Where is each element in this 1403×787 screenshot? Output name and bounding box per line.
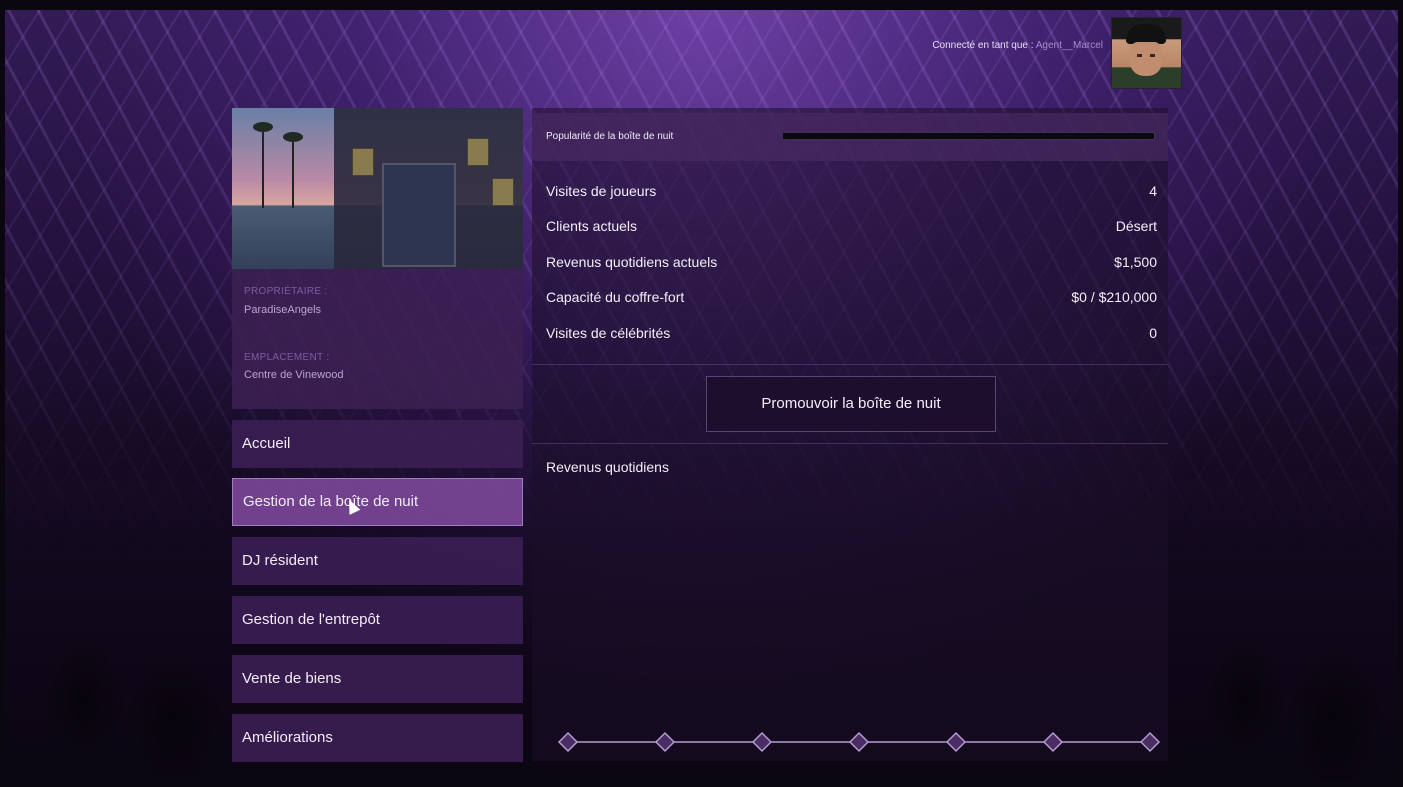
revenue-point-marker <box>654 731 676 753</box>
main-panel <box>532 108 1168 761</box>
location-label: EMPLACEMENT : <box>244 352 330 363</box>
popularity-row: Popularité de la boîte de nuit <box>532 113 1168 161</box>
menu-item-warehouse-management[interactable]: Gestion de l'entrepôt <box>232 596 523 644</box>
daily-revenue-title: Revenus quotidiens <box>546 459 669 475</box>
promote-nightclub-button[interactable]: Promouvoir la boîte de nuit <box>706 376 996 432</box>
property-photo <box>232 108 523 269</box>
poster <box>467 138 489 166</box>
stat-label: Visites de joueurs <box>546 183 657 199</box>
daily-revenue-chart <box>557 731 1161 753</box>
stat-value: 0 <box>1149 325 1157 341</box>
revenue-point-marker <box>1139 731 1161 753</box>
revenue-point-marker <box>557 731 579 753</box>
stat-value: $0 / $210,000 <box>1071 289 1157 305</box>
stat-label: Visites de célébrités <box>546 325 671 341</box>
login-label: Connecté en tant que : <box>932 40 1034 51</box>
revenue-point-marker <box>1042 731 1064 753</box>
menu-item-upgrades[interactable]: Améliorations <box>232 714 523 762</box>
popularity-label: Popularité de la boîte de nuit <box>546 131 674 142</box>
stat-label: Revenus quotidiens actuels <box>546 254 718 270</box>
eye-right <box>1150 54 1155 57</box>
login-status: Connecté en tant que : Agent__Marcel <box>932 40 1103 51</box>
location-value: Centre de Vinewood <box>244 369 344 381</box>
palm-tree-left <box>253 122 273 208</box>
palm-tree-right <box>283 132 303 208</box>
face-shape <box>1130 42 1162 76</box>
revenue-point-marker <box>848 731 870 753</box>
revenue-point-marker <box>945 731 967 753</box>
owner-label: PROPRIÉTAIRE : <box>244 286 328 297</box>
menu-item-resident-dj[interactable]: DJ résident <box>232 537 523 585</box>
stat-value: Désert <box>1115 218 1157 234</box>
property-info-panel: PROPRIÉTAIRE : ParadiseAngels EMPLACEMEN… <box>232 269 523 409</box>
stat-label: Clients actuels <box>546 218 638 234</box>
revenue-point-marker <box>751 731 773 753</box>
username: Agent__Marcel <box>1035 40 1103 51</box>
section-divider <box>532 364 1168 365</box>
popularity-bar <box>782 132 1155 140</box>
avatar <box>1111 17 1182 89</box>
owner-value: ParadiseAngels <box>244 304 322 316</box>
cap-shape <box>1126 24 1166 44</box>
section-divider <box>532 443 1168 444</box>
menu-item-home[interactable]: Accueil <box>232 420 523 468</box>
poster <box>352 148 374 176</box>
poster <box>492 178 514 206</box>
stat-label: Capacité du coffre-fort <box>546 289 685 305</box>
menu-item-nightclub-management[interactable]: Gestion de la boîte de nuit <box>232 478 523 526</box>
eye-left <box>1137 54 1142 57</box>
menu-item-sell-goods[interactable]: Vente de biens <box>232 655 523 703</box>
stat-value: 4 <box>1149 183 1157 199</box>
club-door <box>382 163 456 267</box>
stat-value: $1,500 <box>1114 254 1157 270</box>
